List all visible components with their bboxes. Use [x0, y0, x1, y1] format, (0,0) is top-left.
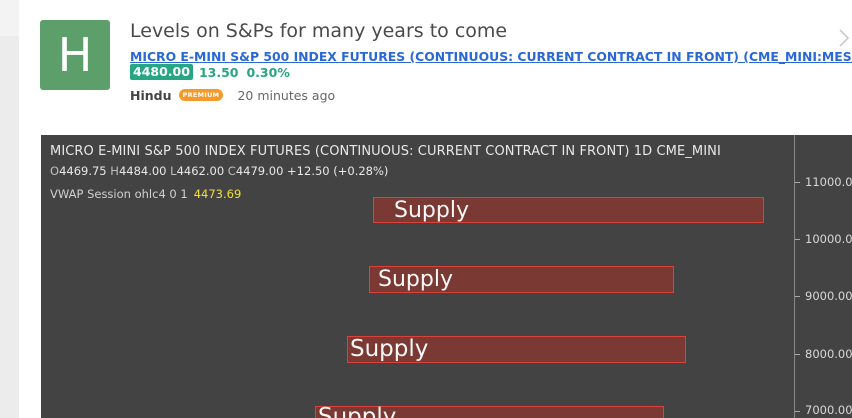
- price-axis-label: 10000.00: [805, 232, 852, 246]
- price-change-percent: 0.30%: [246, 64, 290, 80]
- author-row: Hindu PREMIUM 20 minutes ago: [130, 87, 335, 103]
- supply-zone-label: Supply: [378, 267, 453, 292]
- chevron-right-icon[interactable]: [836, 26, 852, 50]
- supply-zone: Supply: [347, 336, 686, 363]
- author-avatar[interactable]: H: [40, 20, 110, 90]
- price-axis[interactable]: 11000.00 10000.00 9000.00 8000.00 7000.0…: [794, 135, 852, 418]
- quote-row: 4480.00 13.50 0.30%: [130, 64, 290, 80]
- left-rail: [0, 36, 19, 418]
- supply-zone-label: Supply: [318, 404, 397, 418]
- supply-zone: Supply: [373, 197, 764, 223]
- author-name[interactable]: Hindu: [130, 88, 172, 103]
- supply-zone-label: Supply: [394, 198, 469, 223]
- price-axis-label: 7000.00: [805, 403, 852, 417]
- chart-plot-area: MICRO E-MINI S&P 500 INDEX FUTURES (CONT…: [41, 135, 794, 418]
- price-change: 13.50: [198, 64, 239, 80]
- supply-zone: Supply: [369, 266, 674, 293]
- timestamp: 20 minutes ago: [237, 87, 336, 103]
- supply-zone-label: Supply: [350, 336, 429, 362]
- price-badge: 4480.00: [130, 64, 193, 80]
- price-axis-label: 9000.00: [805, 289, 852, 303]
- vwap-indicator-label: VWAP Session ohlc4 0 1 4473.69: [50, 187, 242, 201]
- ohlc-readout: O4469.75 H4484.00 L4462.00 C4479.00 +12.…: [50, 164, 389, 178]
- premium-badge: PREMIUM: [178, 89, 224, 101]
- chart-legend-title: MICRO E-MINI S&P 500 INDEX FUTURES (CONT…: [50, 144, 721, 159]
- chart-snapshot[interactable]: MICRO E-MINI S&P 500 INDEX FUTURES (CONT…: [41, 135, 852, 418]
- vwap-value: 4473.69: [193, 187, 242, 201]
- idea-title[interactable]: Levels on S&Ps for many years to come: [130, 20, 507, 42]
- supply-zone: Supply: [315, 404, 664, 418]
- price-axis-label: 11000.00: [805, 175, 852, 189]
- price-axis-label: 8000.00: [805, 347, 852, 361]
- symbol-link[interactable]: MICRO E-MINI S&P 500 INDEX FUTURES (CONT…: [130, 49, 852, 64]
